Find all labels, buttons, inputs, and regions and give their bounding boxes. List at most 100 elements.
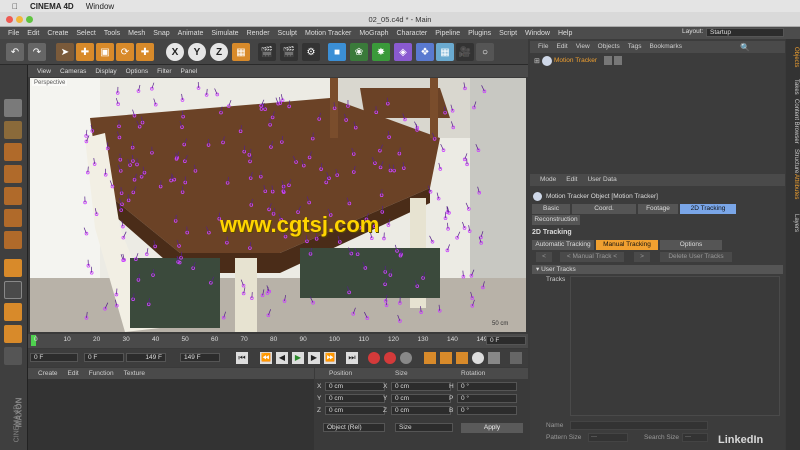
menu-character[interactable]: Character xyxy=(397,30,428,37)
rotation-key-icon[interactable] xyxy=(456,352,468,364)
objects-menu-view[interactable]: View xyxy=(576,43,590,50)
size-mode-select[interactable]: Size xyxy=(395,423,453,432)
end-frame-field[interactable]: 149 F xyxy=(126,353,166,362)
cube-icon[interactable]: ■ xyxy=(328,43,346,61)
objects-menu-file[interactable]: File xyxy=(538,43,548,50)
timeline-menu-icon[interactable] xyxy=(510,352,522,364)
model-mode-icon[interactable] xyxy=(4,121,22,139)
close-window-button[interactable] xyxy=(6,16,13,23)
start-frame-field[interactable]: 0 F xyxy=(84,353,124,362)
objects-menu-tags[interactable]: Tags xyxy=(628,43,642,50)
render-settings-icon[interactable]: ⚙ xyxy=(302,43,320,61)
material-menu-create[interactable]: Create xyxy=(38,370,58,377)
menu-motion-tracker[interactable]: Motion Tracker xyxy=(305,30,351,37)
tweak-mode-icon[interactable] xyxy=(4,281,22,299)
tab-attributes[interactable]: Attributes xyxy=(787,174,799,199)
deformer-icon[interactable]: ◈ xyxy=(394,43,412,61)
coord-mode-select[interactable]: Object (Rel) xyxy=(323,423,385,432)
lock-icon[interactable] xyxy=(4,347,22,365)
tab-options[interactable]: Options xyxy=(660,240,722,250)
points-mode-icon[interactable] xyxy=(4,187,22,205)
light-icon[interactable]: ○ xyxy=(476,43,494,61)
coordinate-system-icon[interactable]: ▦ xyxy=(232,43,250,61)
position-field[interactable]: 0 cm xyxy=(325,406,385,415)
current-frame-field[interactable]: 0 F xyxy=(30,353,78,362)
attributes-menu-mode[interactable]: Mode xyxy=(540,176,556,183)
timeline-ruler[interactable]: 0 10 20 30 40 50 60 70 80 90 100 110 120 130 140 149 xyxy=(28,334,528,348)
rotation-field[interactable]: 0 ° xyxy=(457,394,517,403)
menu-plugins[interactable]: Plugins xyxy=(468,30,491,37)
menu-sculpt[interactable]: Sculpt xyxy=(278,30,297,37)
motion-tracker-object[interactable]: Motion Tracker xyxy=(554,57,597,64)
previous-track-button[interactable]: < xyxy=(536,252,552,262)
tab-coord[interactable]: Coord. xyxy=(572,204,636,214)
move-tool-icon[interactable]: ✚ xyxy=(76,43,94,61)
keyframe-selection-button[interactable] xyxy=(400,352,412,364)
position-key-icon[interactable] xyxy=(424,352,436,364)
menu-help[interactable]: Help xyxy=(558,30,572,37)
layout-select[interactable]: Startup xyxy=(706,28,784,37)
material-menu-texture[interactable]: Texture xyxy=(124,370,145,377)
go-to-end-button[interactable]: ⏭ xyxy=(346,352,358,364)
workplane-lock-icon[interactable] xyxy=(4,325,22,343)
record-keys-button[interactable] xyxy=(368,352,380,364)
viewport[interactable]: Perspective www.cgtsj.com 50 cm xyxy=(30,78,526,332)
workplane-icon[interactable] xyxy=(4,165,22,183)
size-field[interactable]: 0 cm xyxy=(391,382,451,391)
attributes-menu-edit[interactable]: Edit xyxy=(566,176,577,183)
point-level-key-icon[interactable] xyxy=(488,352,500,364)
make-editable-icon[interactable] xyxy=(4,99,22,117)
apple-icon[interactable]:  xyxy=(12,2,18,11)
previous-frame-button[interactable]: ◀ xyxy=(276,352,288,364)
menu-script[interactable]: Script xyxy=(499,30,517,37)
edges-mode-icon[interactable] xyxy=(4,209,22,227)
scale-tool-icon[interactable]: ▣ xyxy=(96,43,114,61)
search-size-field[interactable]: --- xyxy=(682,433,708,442)
preview-end-field[interactable]: 149 F xyxy=(180,353,220,362)
floor-icon[interactable]: ▦ xyxy=(436,43,454,61)
rotation-field[interactable]: 0 ° xyxy=(457,406,517,415)
tracks-list[interactable] xyxy=(570,276,780,416)
menu-select[interactable]: Select xyxy=(76,30,95,37)
viewport-menu-options[interactable]: Options xyxy=(126,68,148,75)
next-frame-button[interactable]: ▶ xyxy=(308,352,320,364)
timeline-end-field[interactable]: 0 F xyxy=(486,336,526,345)
tab-objects[interactable]: Objects xyxy=(787,47,799,67)
tab-takes[interactable]: Takes xyxy=(787,79,799,95)
tag-icon[interactable] xyxy=(614,56,622,65)
tab-basic[interactable]: Basic xyxy=(532,204,570,214)
viewport-menu-filter[interactable]: Filter xyxy=(157,68,171,75)
parameter-key-icon[interactable] xyxy=(472,352,484,364)
minimize-window-button[interactable] xyxy=(16,16,23,23)
viewport-menu-view[interactable]: View xyxy=(37,68,51,75)
menu-simulate[interactable]: Simulate xyxy=(211,30,238,37)
x-axis-lock-button[interactable]: X xyxy=(166,43,184,61)
visibility-toggle[interactable] xyxy=(604,56,612,65)
app-menu[interactable]: CINEMA 4D xyxy=(30,2,74,11)
undo-button[interactable]: ↶ xyxy=(6,43,24,61)
material-menu-edit[interactable]: Edit xyxy=(68,370,79,377)
next-key-button[interactable]: ⏩ xyxy=(324,352,336,364)
delete-user-tracks-button[interactable]: Delete User Tracks xyxy=(660,252,732,262)
tab-layers[interactable]: Layers xyxy=(787,214,799,232)
menu-edit[interactable]: Edit xyxy=(27,30,39,37)
material-menu-function[interactable]: Function xyxy=(89,370,114,377)
menu-render[interactable]: Render xyxy=(247,30,270,37)
y-axis-lock-button[interactable]: Y xyxy=(188,43,206,61)
menu-file[interactable]: File xyxy=(8,30,19,37)
render-picture-viewer-icon[interactable]: 🎬 xyxy=(280,43,298,61)
search-icon[interactable]: 🔍 xyxy=(740,43,750,52)
menu-mesh[interactable]: Mesh xyxy=(128,30,145,37)
size-field[interactable]: 0 cm xyxy=(391,406,451,415)
texture-mode-icon[interactable] xyxy=(4,143,22,161)
menu-pipeline[interactable]: Pipeline xyxy=(435,30,460,37)
tab-manual-tracking[interactable]: Manual Tracking xyxy=(596,240,658,250)
objects-menu-objects[interactable]: Objects xyxy=(598,43,620,50)
attributes-menu-user-data[interactable]: User Data xyxy=(587,176,616,183)
menu-mograph[interactable]: MoGraph xyxy=(359,30,388,37)
last-tool-icon[interactable]: ✚ xyxy=(136,43,154,61)
render-view-icon[interactable]: 🎬 xyxy=(258,43,276,61)
menu-create[interactable]: Create xyxy=(47,30,68,37)
name-field[interactable] xyxy=(570,421,708,430)
select-tool-icon[interactable]: ➤ xyxy=(56,43,74,61)
